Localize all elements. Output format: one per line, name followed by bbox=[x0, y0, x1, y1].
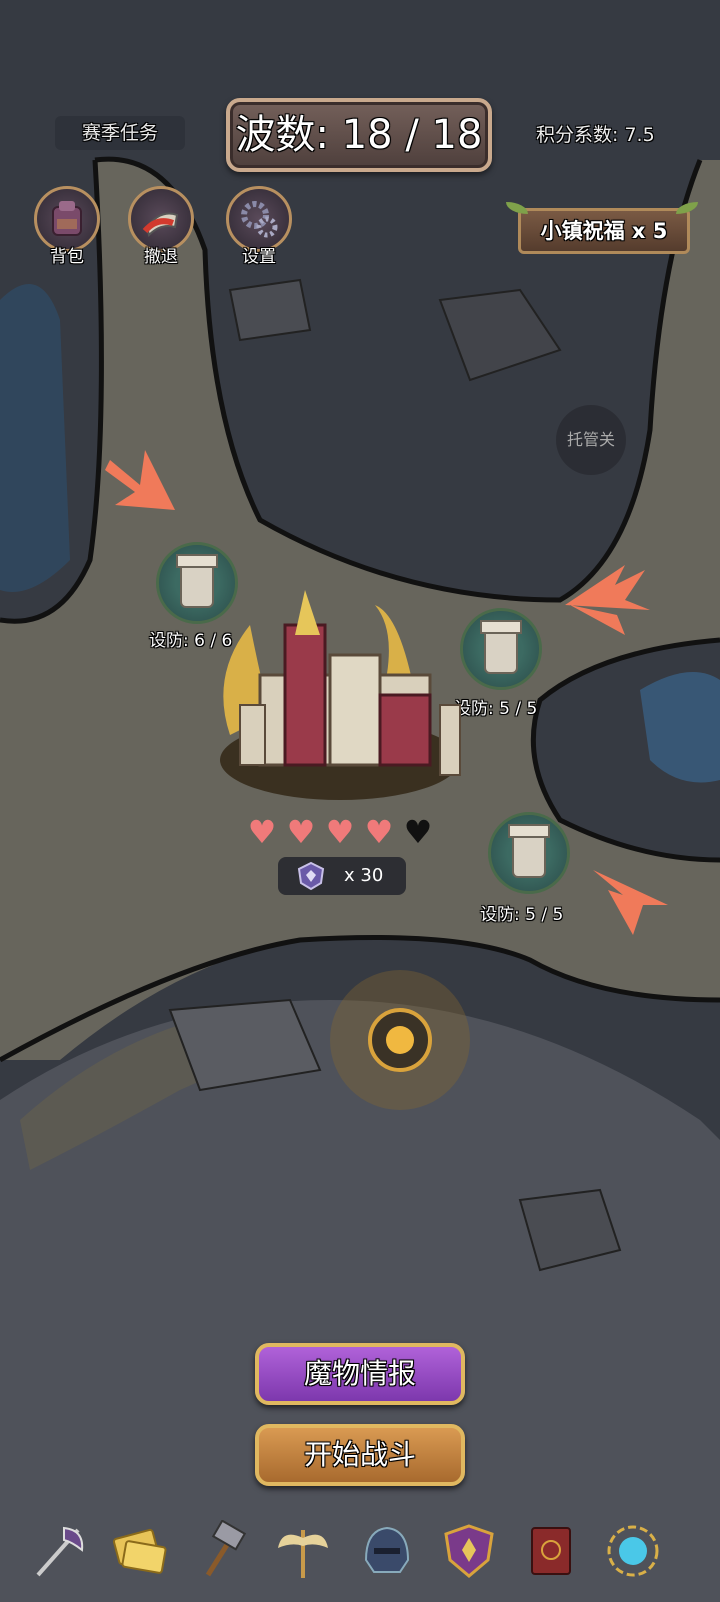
spellbook-icon[interactable] bbox=[520, 1520, 582, 1582]
tower-defense-count: 设防: 5 / 5 bbox=[480, 905, 564, 925]
retreat-button[interactable]: 撤退 bbox=[122, 186, 200, 276]
settings-label: 设置 bbox=[242, 247, 276, 267]
score-multiplier: 积分系数: 7.5 bbox=[536, 124, 655, 146]
hammer-icon[interactable] bbox=[190, 1520, 252, 1582]
start-battle-button[interactable]: 开始战斗 bbox=[255, 1424, 465, 1486]
shield-icon[interactable] bbox=[438, 1520, 500, 1582]
heart-icon: ♥ bbox=[247, 813, 277, 851]
tower-keep bbox=[508, 824, 550, 878]
auto-play-toggle[interactable]: 托管关 bbox=[556, 405, 626, 475]
bottom-toolbar bbox=[0, 1512, 720, 1590]
portal-orb-icon[interactable] bbox=[602, 1520, 664, 1582]
heart-icon: ♥ bbox=[325, 813, 355, 851]
season-task-button[interactable]: 赛季任务 bbox=[55, 116, 185, 150]
heart-icon: ♥ bbox=[286, 813, 316, 851]
defense-tower[interactable] bbox=[488, 812, 570, 894]
medal-counter: x 30 bbox=[278, 857, 406, 895]
castle-base-icon[interactable] bbox=[200, 585, 490, 825]
retreat-label: 撤退 bbox=[144, 247, 178, 267]
monster-info-button[interactable]: 魔物情报 bbox=[255, 1343, 465, 1405]
castle-health: ♥ ♥ ♥ ♥ ♥ bbox=[244, 815, 439, 849]
heart-empty-icon: ♥ bbox=[403, 813, 433, 851]
wave-counter: 波数: 18 / 18 bbox=[226, 98, 492, 172]
battle-axe-icon[interactable] bbox=[28, 1520, 90, 1582]
town-blessing-banner[interactable]: 小镇祝福 x 5 bbox=[518, 208, 690, 254]
settings-button[interactable]: 设置 bbox=[220, 186, 298, 276]
game-screen: 赛季任务 波数: 18 / 18 积分系数: 7.5 背包 撤退 设置 小镇祝福… bbox=[0, 0, 720, 1602]
enemy-arrow bbox=[593, 870, 668, 935]
backpack-label: 背包 bbox=[50, 247, 84, 267]
heart-icon: ♥ bbox=[364, 813, 394, 851]
helmet-icon[interactable] bbox=[356, 1520, 418, 1582]
backpack-button[interactable]: 背包 bbox=[28, 186, 106, 276]
rank-medal-icon bbox=[297, 861, 325, 891]
enemy-arrow bbox=[105, 450, 175, 510]
medal-count: x 30 bbox=[344, 865, 384, 886]
enemy-arrow bbox=[565, 565, 650, 635]
winged-staff-icon[interactable] bbox=[272, 1520, 334, 1582]
tickets-icon[interactable] bbox=[108, 1520, 170, 1582]
